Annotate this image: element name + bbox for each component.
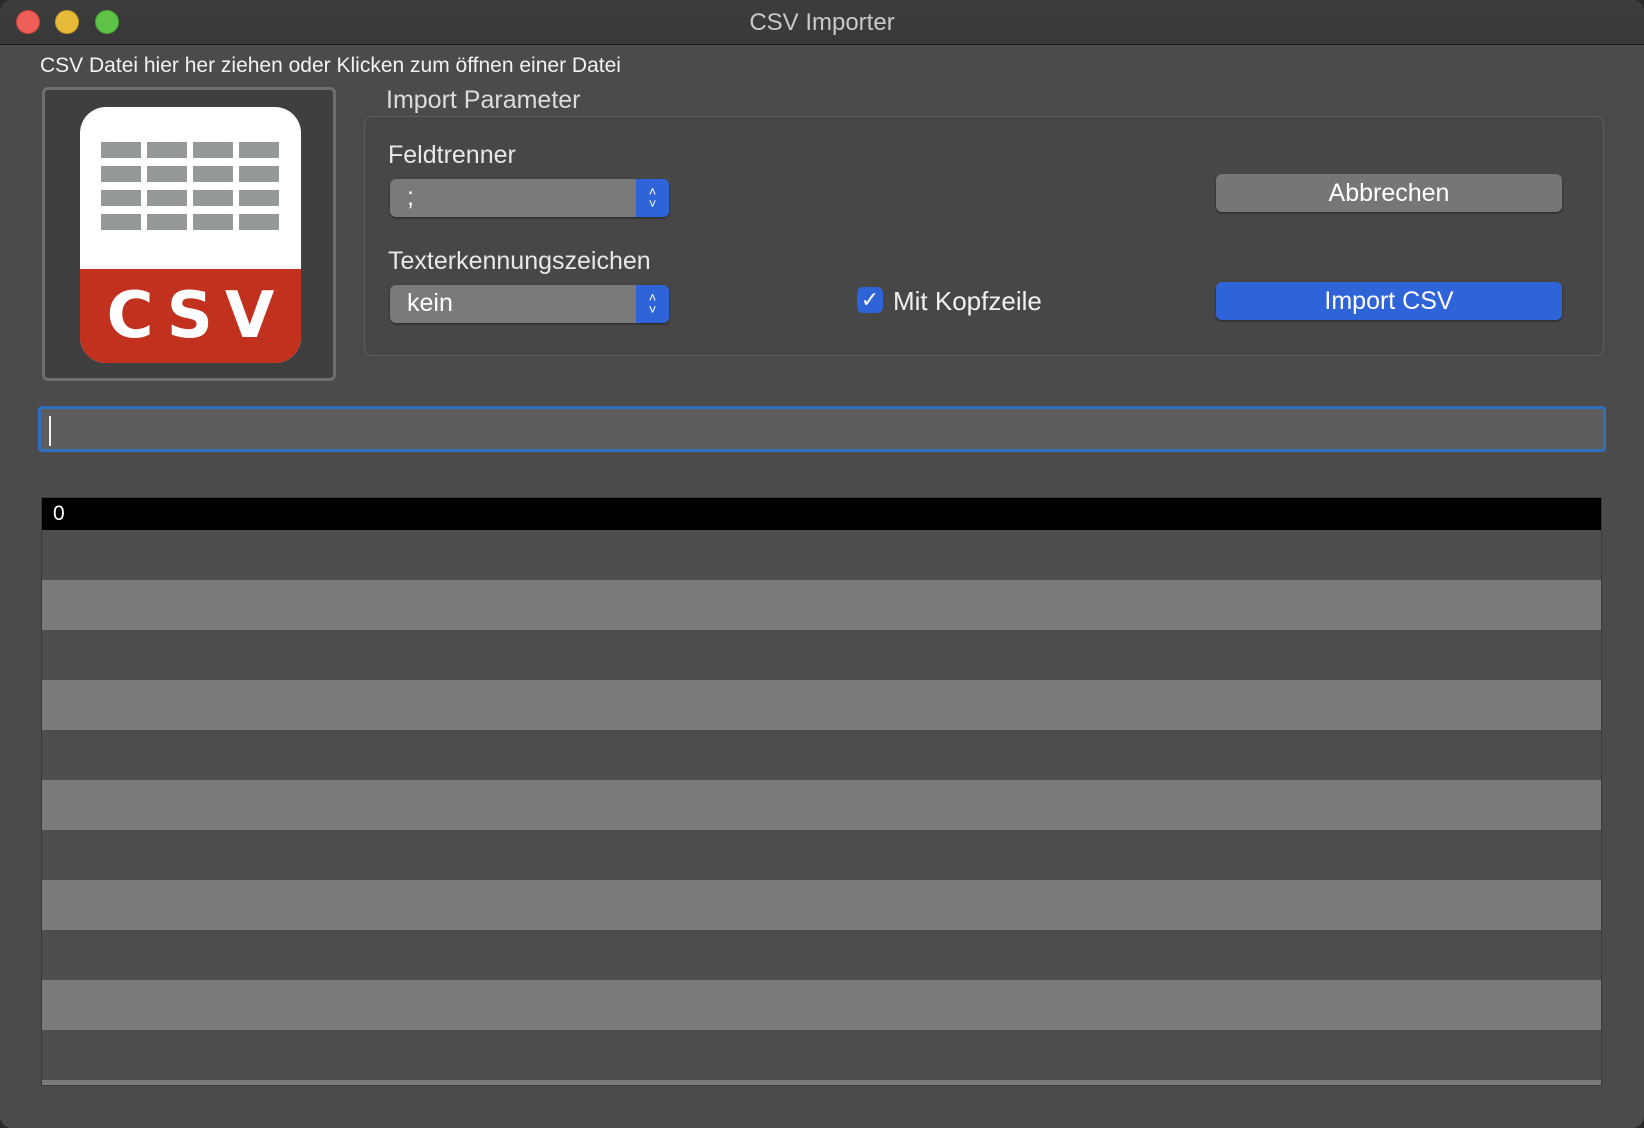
table-row — [42, 880, 1601, 930]
text-cursor — [49, 416, 51, 446]
chevron-updown-icon: ˄ ˅ — [636, 179, 669, 217]
csv-file-icon: CSV — [80, 107, 301, 363]
table-row — [42, 730, 1601, 780]
table-row — [42, 580, 1601, 630]
field-separator-select[interactable]: ; ˄ ˅ — [390, 179, 669, 217]
csv-importer-window: CSV Importer CSV Datei hier her ziehen o… — [0, 0, 1644, 1128]
table-row — [42, 630, 1601, 680]
import-parameter-title: Import Parameter — [386, 86, 581, 114]
field-separator-label: Feldtrenner — [388, 141, 516, 169]
file-path-input[interactable] — [38, 406, 1606, 452]
text-qualifier-value: kein — [407, 289, 453, 317]
text-qualifier-label: Texterkennungszeichen — [388, 247, 651, 275]
header-row-checkbox[interactable]: ✓ — [857, 287, 883, 313]
table-row — [42, 780, 1601, 830]
table-row — [42, 530, 1601, 580]
import-csv-button[interactable]: Import CSV — [1216, 282, 1562, 320]
csv-drop-well[interactable]: CSV — [42, 87, 336, 381]
field-separator-value: ; — [407, 183, 414, 211]
table-row — [42, 1030, 1601, 1080]
drop-hint-text: CSV Datei hier her ziehen oder Klicken z… — [40, 54, 621, 77]
csv-icon-label: CSV — [80, 269, 301, 363]
table-row — [42, 680, 1601, 730]
csv-preview-table[interactable]: 0 — [41, 497, 1602, 1086]
window-title: CSV Importer — [749, 9, 895, 36]
cancel-button[interactable]: Abbrechen — [1216, 174, 1562, 212]
title-bar: CSV Importer — [0, 0, 1644, 45]
table-header-column-0[interactable]: 0 — [42, 498, 1601, 530]
table-row — [42, 980, 1601, 1030]
chevron-updown-icon: ˄ ˅ — [636, 285, 669, 323]
text-qualifier-select[interactable]: kein ˄ ˅ — [390, 285, 669, 323]
table-grid-icon — [101, 142, 279, 230]
header-row-label[interactable]: Mit Kopfzeile — [893, 286, 1042, 317]
table-row — [42, 930, 1601, 980]
table-row — [42, 830, 1601, 880]
checkmark-icon: ✓ — [860, 287, 880, 312]
table-row — [42, 1080, 1601, 1085]
